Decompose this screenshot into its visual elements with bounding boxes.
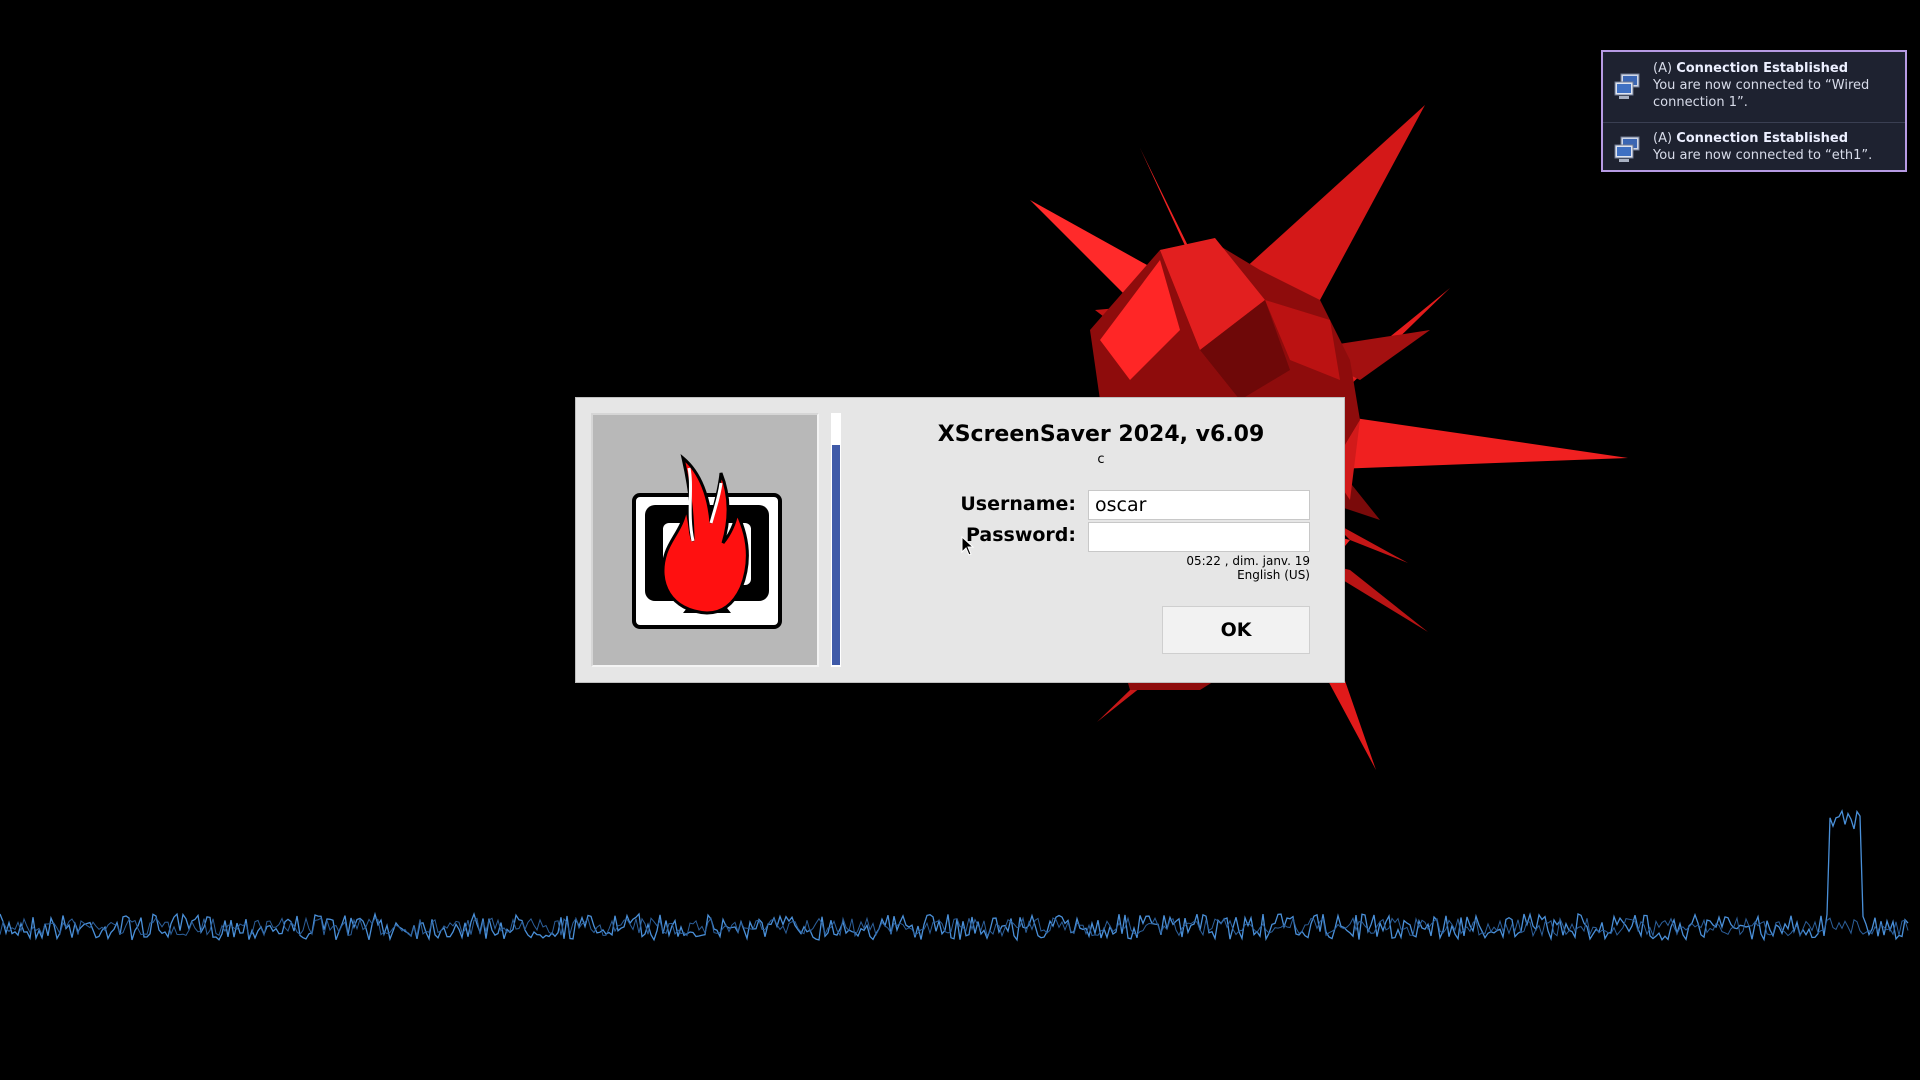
logo-panel: [591, 413, 819, 667]
password-label: Password:: [965, 524, 1076, 546]
unlock-timer-fill: [832, 445, 840, 665]
xscreensaver-flame-monitor-icon: [632, 454, 782, 629]
screensaver-screen: (A) Connection Established You are now c…: [0, 0, 1920, 1080]
keyboard-layout-text: English (US): [1237, 568, 1310, 582]
network-computers-icon: [1614, 73, 1640, 99]
notification-body: You are now connected to “Wired connecti…: [1653, 78, 1870, 110]
notification-text: (A) Connection Established You are now c…: [1653, 130, 1899, 164]
notification-prefix: (A): [1653, 131, 1673, 146]
notification-prefix: (A): [1653, 61, 1673, 76]
notification-title: Connection Established: [1676, 131, 1849, 146]
notification-text: (A) Connection Established You are now c…: [1653, 60, 1899, 111]
datetime-text: 05:22 , dim. janv. 19: [1186, 554, 1310, 568]
dialog-subtitle: c: [1097, 452, 1105, 467]
notification-title-line: (A) Connection Established: [1653, 130, 1899, 147]
notification-title: Connection Established: [1676, 61, 1849, 76]
unlock-timer-bar: [831, 413, 841, 667]
dialog-title: XScreenSaver 2024, v6.09: [937, 422, 1265, 447]
notification-body: You are now connected to “eth1”.: [1653, 148, 1873, 163]
notification-title-line: (A) Connection Established: [1653, 60, 1899, 77]
username-field[interactable]: [1088, 490, 1310, 520]
mouse-pointer-icon: [961, 536, 975, 556]
unlock-dialog: XScreenSaver 2024, v6.09 c Username: Pas…: [575, 397, 1345, 683]
notification-item[interactable]: (A) Connection Established You are now c…: [1603, 52, 1905, 122]
ok-button[interactable]: OK: [1162, 606, 1310, 654]
network-computers-icon: [1614, 136, 1640, 162]
password-field[interactable]: [1088, 522, 1310, 552]
notification-popup: (A) Connection Established You are now c…: [1601, 50, 1907, 172]
notification-item[interactable]: (A) Connection Established You are now c…: [1603, 122, 1905, 172]
username-label: Username:: [960, 493, 1076, 515]
